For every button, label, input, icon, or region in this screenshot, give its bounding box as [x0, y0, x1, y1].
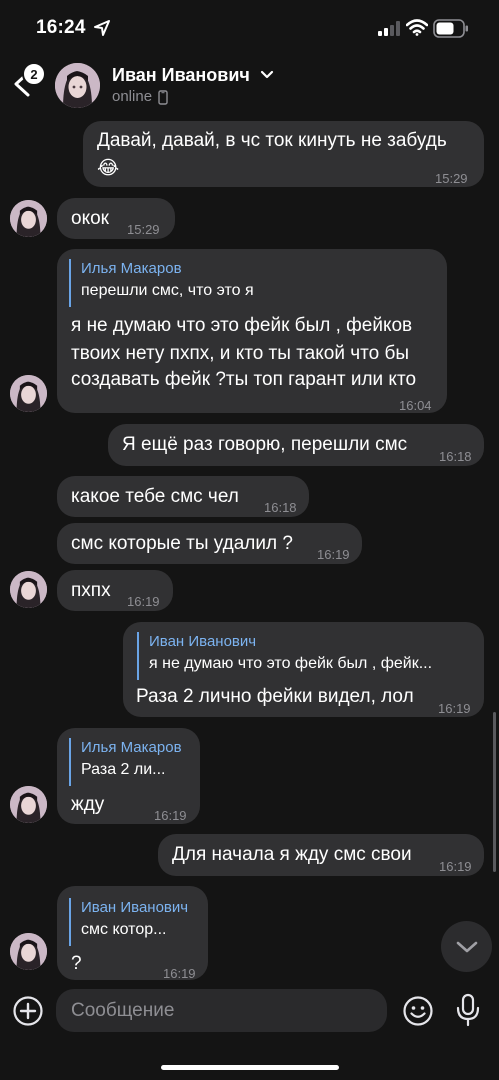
message-text: Для начала я жду смс свои: [172, 844, 412, 865]
reply-author: Иван Иванович: [81, 899, 189, 916]
sender-avatar[interactable]: [10, 375, 47, 412]
home-indicator: [161, 1065, 339, 1070]
reply-quote[interactable]: Иван Иванович смс котор...: [69, 898, 188, 946]
message-text: окок: [71, 208, 109, 229]
plus-icon[interactable]: [12, 995, 44, 1027]
message-text: Давай, давай, в чс ток кинуть не забудь: [97, 130, 447, 151]
message-time: 16:19: [127, 594, 160, 609]
message-text: твоих нету пхпх, и кто ты такой что бы: [71, 343, 410, 364]
message-bubble-outgoing[interactable]: Иван Иванович я не думаю что это фейк бы…: [123, 622, 484, 717]
message-text: пхпх: [71, 580, 111, 601]
message-text: смс которые ты удалил ?: [71, 533, 293, 554]
reply-quote[interactable]: Илья Макаров перешли смс, что это я: [69, 259, 254, 307]
chevron-down-icon: [456, 941, 478, 953]
message-time: 16:19: [317, 547, 350, 562]
message-bubble-outgoing[interactable]: Для начала я жду смс свои 16:19: [158, 834, 484, 876]
reply-text: Раза 2 ли...: [81, 761, 166, 778]
message-text: жду: [71, 794, 105, 815]
emoji-icon[interactable]: [402, 995, 434, 1027]
signal-icon: [378, 21, 400, 36]
status-bar: 16:24: [0, 0, 499, 56]
contact-status: online: [112, 88, 153, 105]
message-time: 16:19: [439, 859, 472, 874]
scroll-to-bottom-button[interactable]: [441, 921, 492, 972]
message-time: 16:18: [439, 449, 472, 464]
message-time: 16:19: [154, 808, 187, 823]
message-text: я не думаю что это фейк был , фейков: [71, 315, 413, 336]
message-bubble-incoming[interactable]: Илья Макаров Раза 2 ли... жду 16:19: [57, 728, 200, 824]
message-bubble-incoming[interactable]: какое тебе смс чел 16:18: [57, 476, 309, 517]
status-time: 16:24: [36, 17, 86, 38]
reply-text: смс котор...: [81, 921, 167, 938]
message-bubble-incoming[interactable]: окок 15:29: [57, 198, 175, 239]
message-emoji: 😂: [97, 158, 120, 179]
reply-text: я не думаю что это фейк был , фейк...: [149, 655, 433, 672]
scroll-indicator[interactable]: [493, 712, 496, 872]
reply-text: перешли смс, что это я: [81, 282, 254, 299]
reply-quote[interactable]: Иван Иванович я не думаю что это фейк бы…: [137, 632, 432, 680]
message-text: Раза 2 лично фейки видел, лол: [136, 686, 414, 707]
message-time: 16:18: [264, 500, 297, 515]
message-time: 16:19: [438, 701, 471, 716]
phone-icon: [158, 90, 168, 105]
microphone-icon[interactable]: [455, 993, 481, 1027]
message-bubble-incoming[interactable]: Иван Иванович смс котор... ? 16:19: [57, 886, 208, 981]
sender-avatar[interactable]: [10, 933, 47, 970]
back-button[interactable]: 2: [8, 60, 48, 104]
message-input[interactable]: Сообщение: [56, 989, 387, 1032]
reply-quote[interactable]: Илья Макаров Раза 2 ли...: [69, 738, 182, 786]
message-text: Я ещё раз говорю, перешли смс: [122, 434, 408, 455]
reply-author: Илья Макаров: [81, 260, 182, 277]
sender-avatar[interactable]: [10, 200, 47, 237]
contact-avatar[interactable]: [55, 63, 100, 108]
message-bubble-outgoing[interactable]: Давай, давай, в чс ток кинуть не забудь …: [83, 121, 484, 187]
message-time: 15:29: [435, 171, 468, 186]
message-bubble-incoming[interactable]: смс которые ты удалил ? 16:19: [57, 523, 362, 564]
message-bubble-incoming[interactable]: пхпх 16:19: [57, 570, 173, 611]
contact-name[interactable]: Иван Иванович: [112, 65, 250, 86]
message-bubble-outgoing[interactable]: Я ещё раз говорю, перешли смс 16:18: [108, 424, 484, 466]
reply-author: Илья Макаров: [81, 739, 182, 756]
composer-bar: Сообщение: [0, 983, 499, 1080]
chevron-down-icon[interactable]: [260, 68, 274, 82]
reply-author: Иван Иванович: [149, 633, 257, 650]
message-time: 15:29: [127, 222, 160, 237]
sender-avatar[interactable]: [10, 786, 47, 823]
wifi-icon: [406, 19, 428, 36]
sender-avatar[interactable]: [10, 571, 47, 608]
message-text: ?: [71, 953, 82, 974]
location-arrow-icon: [94, 20, 110, 36]
message-text: создавать фейк ?ты топ гарант или кто: [71, 369, 417, 390]
chat-header: 2 Иван Иванович online: [0, 56, 499, 114]
battery-icon: [433, 19, 468, 38]
message-text: какое тебе смс чел: [71, 486, 239, 507]
message-time: 16:04: [399, 398, 432, 413]
message-bubble-incoming[interactable]: Илья Макаров перешли смс, что это я я не…: [57, 249, 447, 413]
unread-badge: 2: [22, 62, 46, 86]
